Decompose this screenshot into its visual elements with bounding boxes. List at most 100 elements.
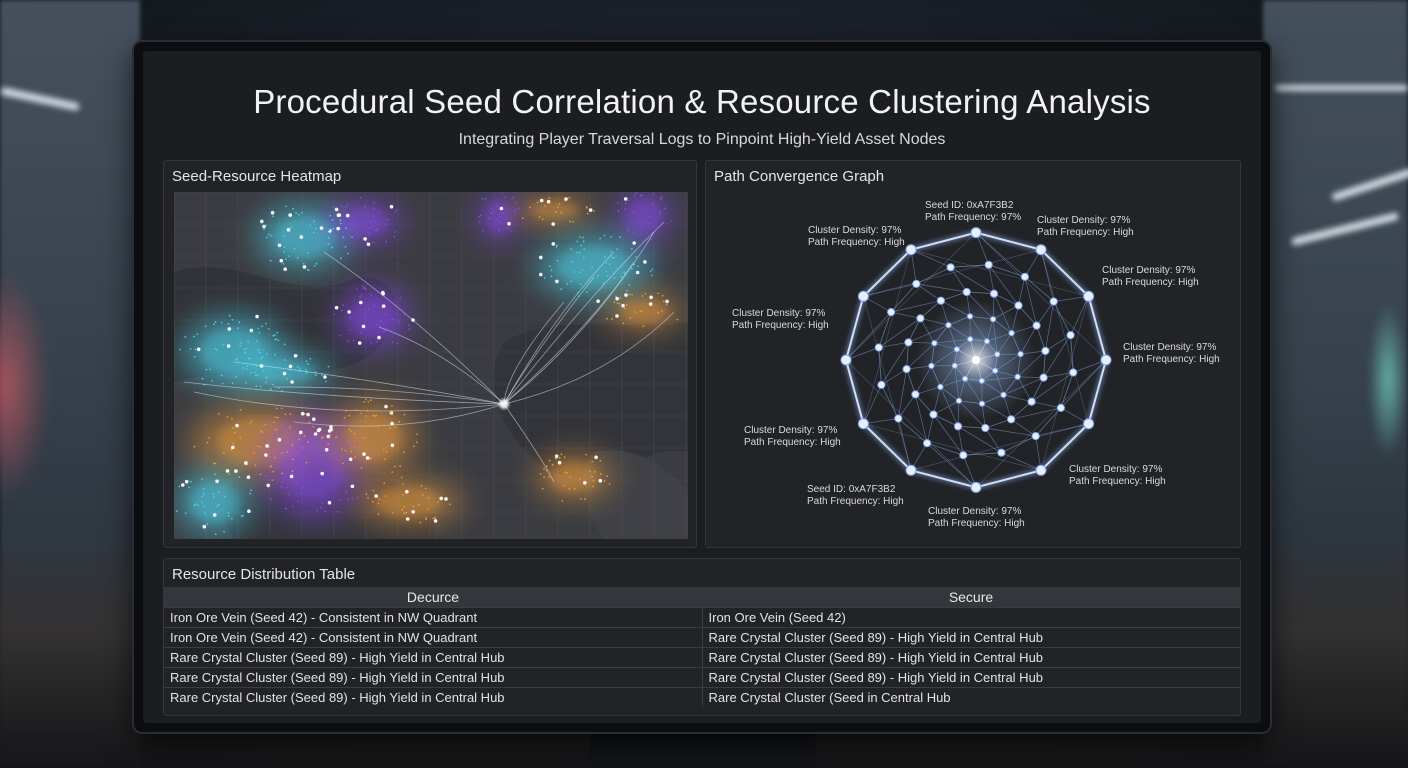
resource-dot bbox=[285, 258, 287, 261]
graph-node bbox=[955, 397, 962, 404]
resource-dot bbox=[273, 334, 276, 336]
resource-dot bbox=[389, 411, 392, 414]
resource-dot bbox=[499, 206, 504, 211]
column-header-secure[interactable]: Secure bbox=[702, 587, 1240, 607]
resource-dot bbox=[548, 475, 550, 478]
resource-dot bbox=[592, 210, 595, 212]
resource-dot bbox=[250, 331, 253, 333]
resource-dot bbox=[244, 461, 248, 465]
resource-dot bbox=[539, 198, 544, 203]
path-convergence-graph[interactable]: Seed ID: 0xA7F3B2 Path Frequency: 97% Clu… bbox=[706, 189, 1240, 549]
resource-dot bbox=[298, 438, 301, 441]
resource-dot bbox=[384, 495, 387, 497]
resource-dot bbox=[389, 204, 394, 209]
graph-node bbox=[978, 400, 986, 407]
graph-canvas bbox=[840, 227, 1112, 493]
resource-dot bbox=[576, 291, 579, 294]
resource-dot bbox=[232, 426, 235, 429]
resource-dot bbox=[290, 226, 293, 229]
resource-dot bbox=[201, 501, 204, 504]
resource-dot bbox=[650, 274, 653, 277]
resource-dot bbox=[286, 451, 289, 453]
resource-dot bbox=[178, 485, 181, 488]
page-subtitle: Integrating Player Traversal Logs to Pin… bbox=[458, 131, 946, 148]
resource-dot bbox=[366, 409, 369, 412]
resource-dot bbox=[331, 219, 334, 221]
table-cell: Iron Ore Vein (Seed 42) bbox=[702, 606, 1240, 627]
resource-dot bbox=[374, 220, 376, 223]
resource-dot bbox=[392, 512, 394, 514]
resource-dot bbox=[400, 476, 403, 479]
resource-dot bbox=[270, 498, 272, 501]
resource-dot bbox=[543, 468, 545, 470]
resource-dot bbox=[345, 213, 350, 218]
column-header-decurce[interactable]: Decurce bbox=[164, 587, 702, 607]
resource-dot bbox=[573, 271, 575, 273]
resource-dot bbox=[291, 505, 294, 507]
table-header-row: Decurce Secure bbox=[164, 587, 1240, 607]
resource-dot bbox=[569, 476, 572, 478]
resource-dot bbox=[302, 262, 305, 265]
table-row[interactable]: Rare Crystal Cluster (Seed 89) - High Yi… bbox=[164, 686, 1240, 707]
resource-dot bbox=[327, 443, 330, 446]
resource-dot bbox=[564, 471, 567, 474]
resource-dot bbox=[331, 246, 334, 249]
resource-dot bbox=[402, 451, 405, 454]
resource-dot bbox=[379, 320, 382, 323]
graph-edge bbox=[1045, 301, 1055, 351]
resource-dot bbox=[282, 234, 285, 237]
resource-dot bbox=[214, 533, 217, 536]
resource-dot bbox=[321, 373, 323, 376]
resource-dot bbox=[289, 474, 294, 479]
resource-dot bbox=[481, 229, 484, 232]
resource-dot bbox=[373, 208, 376, 210]
graph-edge bbox=[957, 426, 964, 456]
resource-dot bbox=[479, 214, 482, 217]
resource-dot bbox=[346, 425, 349, 428]
graph-node bbox=[1069, 368, 1078, 377]
resource-dot bbox=[370, 342, 373, 345]
resource-dot bbox=[623, 307, 626, 310]
resource-dot bbox=[271, 479, 274, 481]
graph-node bbox=[931, 340, 938, 347]
resource-dot bbox=[239, 437, 242, 439]
resource-dot bbox=[502, 212, 505, 215]
resource-dot bbox=[324, 447, 329, 452]
resource-dot bbox=[220, 374, 223, 377]
table-row[interactable]: Iron Ore Vein (Seed 42) - Consistent in … bbox=[164, 626, 1240, 647]
resource-dot bbox=[279, 430, 282, 433]
resource-dot bbox=[591, 475, 593, 478]
resource-dot bbox=[602, 282, 605, 285]
resource-dot bbox=[572, 220, 574, 223]
resource-dot bbox=[335, 436, 337, 438]
table-row[interactable]: Rare Crystal Cluster (Seed 89) - High Yi… bbox=[164, 666, 1240, 687]
resource-dot bbox=[365, 415, 367, 417]
resource-dot bbox=[558, 457, 561, 459]
resource-dot bbox=[347, 252, 349, 255]
resource-dot bbox=[518, 207, 521, 210]
graph-edge bbox=[1031, 372, 1074, 402]
resource-dot bbox=[283, 267, 287, 271]
resource-dot bbox=[360, 196, 362, 199]
resource-dot bbox=[652, 193, 655, 195]
resource-dot bbox=[403, 413, 406, 416]
graph-node bbox=[984, 260, 993, 269]
resource-dot bbox=[543, 476, 545, 479]
resource-dot bbox=[334, 230, 336, 233]
resource-dot bbox=[424, 487, 427, 490]
resource-dot bbox=[286, 486, 288, 489]
resource-dot bbox=[214, 473, 216, 476]
seed-resource-heatmap[interactable] bbox=[174, 192, 688, 539]
graph-edge bbox=[891, 311, 921, 319]
resource-dot bbox=[633, 263, 635, 266]
resource-dot bbox=[556, 259, 559, 262]
graph-node bbox=[929, 410, 938, 419]
resource-dot bbox=[555, 457, 557, 460]
table-row[interactable]: Iron Ore Vein (Seed 42) - Consistent in … bbox=[164, 606, 1240, 627]
resource-dot bbox=[420, 484, 423, 487]
resource-dot bbox=[344, 246, 347, 248]
resource-dot bbox=[329, 427, 333, 432]
cluster-core bbox=[376, 487, 442, 517]
table-row[interactable]: Rare Crystal Cluster (Seed 89) - High Yi… bbox=[164, 646, 1240, 667]
resource-dot bbox=[213, 323, 215, 326]
